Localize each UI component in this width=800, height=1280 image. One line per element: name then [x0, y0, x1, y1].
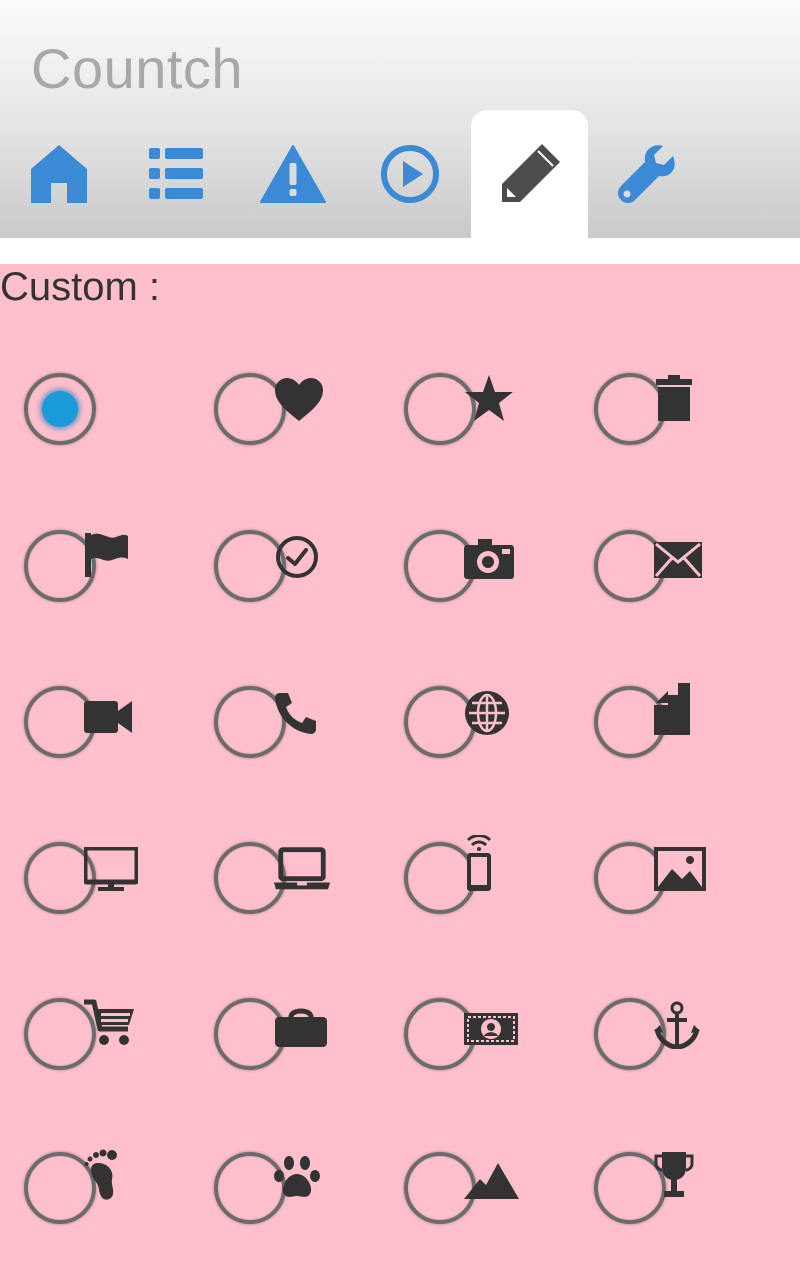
mountain-icon: [464, 1150, 520, 1212]
option-trash[interactable]: [570, 343, 760, 499]
globe-icon: [464, 682, 520, 744]
option-picture[interactable]: [570, 812, 760, 968]
tab-home[interactable]: [0, 110, 117, 238]
remote-icon: [464, 832, 520, 894]
paw-icon: [274, 1146, 330, 1208]
money-icon: [464, 998, 520, 1060]
option-globe[interactable]: [380, 656, 570, 812]
laptop-icon: [274, 838, 330, 900]
phone-icon: [274, 682, 330, 744]
option-camera[interactable]: [380, 500, 570, 656]
footprint-icon: [84, 1144, 140, 1206]
tab-list[interactable]: [117, 110, 234, 238]
tab-edit[interactable]: [471, 110, 588, 238]
pencil-icon: [501, 144, 560, 202]
trophy-icon: [654, 1144, 710, 1206]
option-clock[interactable]: [190, 500, 380, 656]
option-money[interactable]: [380, 968, 570, 1124]
option-star[interactable]: [380, 343, 570, 499]
option-briefcase[interactable]: [190, 968, 380, 1124]
option-flag[interactable]: [0, 500, 190, 656]
list-icon: [148, 148, 203, 199]
option-sim[interactable]: [570, 656, 760, 812]
tab-alerts[interactable]: [234, 110, 351, 238]
monitor-icon: [84, 838, 140, 900]
option-envelope[interactable]: [570, 500, 760, 656]
tab-play[interactable]: [351, 110, 468, 238]
envelope-icon: [654, 530, 710, 592]
play-circle-icon: [380, 145, 439, 203]
warning-icon: [259, 145, 326, 203]
option-mountain[interactable]: [380, 1122, 570, 1278]
wrench-icon: [617, 145, 675, 203]
action-bar: Countch: [0, 0, 800, 238]
anchor-icon: [654, 994, 710, 1056]
camera-icon: [464, 528, 520, 590]
home-icon: [30, 145, 87, 203]
radio-button[interactable]: [24, 373, 96, 445]
option-laptop[interactable]: [190, 812, 380, 968]
tab-settings[interactable]: [588, 110, 705, 238]
option-phone[interactable]: [190, 656, 380, 812]
flag-icon: [84, 524, 140, 586]
option-remote[interactable]: [380, 812, 570, 968]
clock-icon: [274, 526, 330, 588]
sim-card-icon: [654, 678, 710, 740]
shopping-cart-icon: [84, 992, 140, 1054]
app-title: Countch: [31, 37, 244, 100]
option-monitor[interactable]: [0, 812, 190, 968]
custom-label: Custom :: [0, 265, 161, 309]
option-none[interactable]: [0, 343, 190, 499]
option-trophy[interactable]: [570, 1122, 760, 1278]
heart-icon: [274, 369, 330, 431]
trash-icon: [654, 367, 710, 429]
option-video[interactable]: [0, 656, 190, 812]
video-camera-icon: [84, 686, 140, 748]
star-icon: [464, 367, 520, 429]
option-paw[interactable]: [190, 1122, 380, 1278]
option-cart[interactable]: [0, 968, 190, 1124]
option-anchor[interactable]: [570, 968, 760, 1124]
option-footprint[interactable]: [0, 1122, 190, 1278]
picture-icon: [654, 838, 710, 900]
briefcase-icon: [274, 996, 330, 1058]
option-heart[interactable]: [190, 343, 380, 499]
